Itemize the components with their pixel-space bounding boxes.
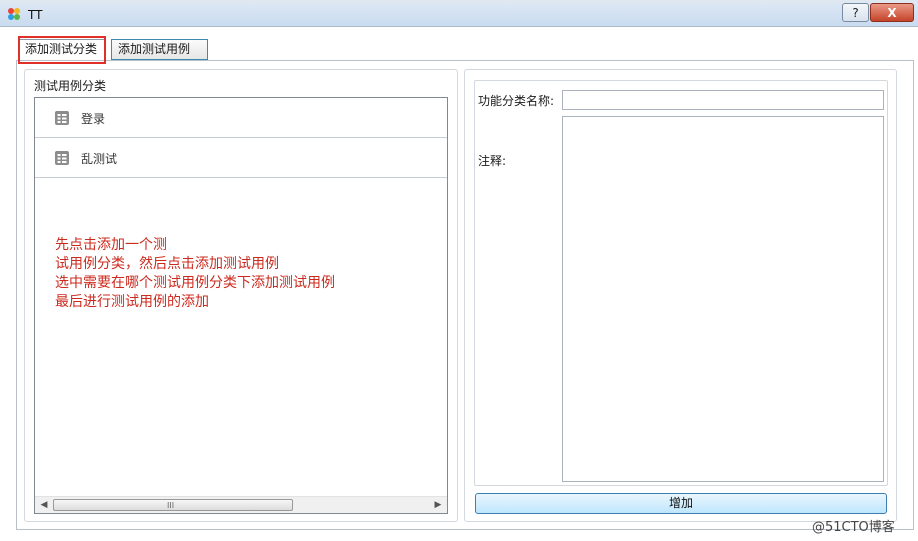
tab-add-test-category[interactable]: 添加测试分类 (18, 39, 106, 60)
window-title: TT (28, 8, 43, 22)
note-line: 选中需要在哪个测试用例分类下添加测试用例 (55, 275, 335, 291)
note-line: 先点击添加一个测 (55, 237, 167, 253)
help-button[interactable]: ? (842, 3, 869, 22)
category-name-input[interactable] (562, 90, 884, 110)
close-button[interactable]: X (870, 3, 914, 22)
list-item-login[interactable]: 登录 (35, 98, 447, 138)
comment-label: 注释: (478, 154, 507, 168)
list-item-icon (55, 111, 69, 125)
list-item-icon (55, 151, 69, 165)
scroll-thumb[interactable]: III (53, 499, 293, 511)
list-item-label: 乱测试 (81, 152, 118, 166)
title-bar: TT ? X (0, 0, 918, 27)
comment-textarea[interactable] (562, 116, 884, 482)
category-group-title: 测试用例分类 (34, 79, 107, 93)
category-list[interactable]: 登录 乱测试 先点击添加一个测 试用例分类，然后点击添加测试用例 选中需要在哪个… (34, 97, 448, 514)
category-name-label: 功能分类名称: (478, 94, 555, 108)
list-item-random-test[interactable]: 乱测试 (35, 138, 447, 178)
watermark: @51CTO博客 (812, 520, 895, 535)
scroll-right-icon[interactable]: ▶ (431, 499, 445, 511)
app-logo-icon (8, 8, 20, 20)
instruction-note: 先点击添加一个测 试用例分类，然后点击添加测试用例 选中需要在哪个测试用例分类下… (55, 236, 335, 312)
title-bar-top-strip (0, 0, 918, 4)
horizontal-scrollbar[interactable]: ◀ III ▶ (35, 496, 447, 513)
add-button[interactable]: 增加 (475, 493, 887, 514)
list-item-label: 登录 (81, 112, 106, 126)
note-line: 试用例分类，然后点击添加测试用例 (55, 256, 279, 272)
scroll-left-icon[interactable]: ◀ (37, 499, 51, 511)
grip-icon: III (167, 501, 175, 510)
tab-add-test-case[interactable]: 添加测试用例 (111, 39, 208, 60)
note-line: 最后进行测试用例的添加 (55, 294, 209, 310)
